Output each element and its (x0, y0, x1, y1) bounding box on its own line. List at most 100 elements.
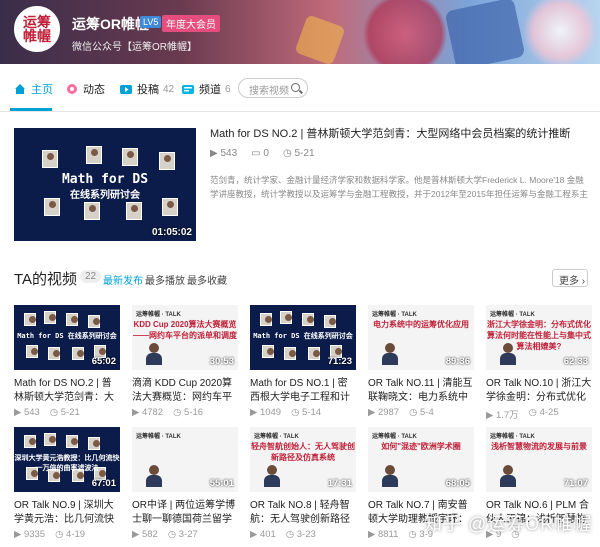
video-card[interactable]: 运筹帷幄 · TALK KDD Cup 2020算法大赛概览——网约车平台的派单和… (132, 305, 238, 418)
video-card[interactable]: 运筹帷幄 · TALK 电力系统中的运筹优化应用 89:36 OR Talk NO.1… (368, 305, 474, 418)
video-title[interactable]: 滴滴 KDD Cup 2020算法大赛概览：网约车平台的派单和 (132, 377, 238, 405)
publish-date-value: 5-14 (302, 407, 322, 418)
featured-video-meta: ▶ 543 ▭ 0 ◷ 5-21 (210, 148, 590, 159)
clock-icon: ◷ (167, 529, 179, 540)
publish-date-value: 3-23 (296, 529, 316, 540)
featured-video-title[interactable]: Math for DS NO.2 | 普林斯顿大学范剑青：大型网络中会员档案的统… (210, 126, 590, 142)
video-meta: ▶ 9335 ◷ 4-19 (14, 529, 120, 540)
video-icon (120, 85, 132, 94)
clock-icon: ◷ (282, 148, 292, 159)
publish-date: ◷ 5-21 (50, 407, 80, 418)
dynamic-icon (67, 84, 77, 94)
video-card[interactable]: 运筹帷幄 · TALK 55:01 OR中译 | 两位运筹学博士聊一聊德国荷兰留学及… (132, 427, 238, 540)
video-thumbnail[interactable]: 深圳大学黄元浩教授：比几何流快一万倍的曲率滤波法 67:01 (14, 427, 120, 492)
video-card[interactable]: 运筹帷幄 · TALK 浙江大学徐金明：分布式优化算法何时能在性能上与集中式算法相… (486, 305, 592, 421)
avatar[interactable]: 运筹 帷幄 (14, 6, 60, 52)
play-count: ▶ 543 (14, 407, 40, 418)
play-count-value: 401 (259, 529, 276, 540)
video-meta: ▶ 4782 ◷ 5-16 (132, 407, 238, 418)
video-thumbnail[interactable]: 运筹帷幄 · TALK 浙江大学徐金明：分布式优化算法何时能在性能上与集中式算法相… (486, 305, 592, 370)
video-card[interactable]: Math for DS 在线系列研讨会 71:23 Math for DS NO.1… (250, 305, 356, 418)
avatar-text: 帷幄 (23, 28, 51, 44)
more-label: 更多 (559, 276, 579, 287)
video-count-badge: 22 (80, 270, 102, 283)
tab-most-favorited[interactable]: 最多收藏 (187, 272, 227, 287)
publish-date-value: 4-19 (66, 529, 86, 540)
thumbnail-logo: 运筹帷幄 · TALK (490, 312, 535, 318)
thumbnail-title: 电力系统中的运筹优化应用 (373, 320, 469, 329)
speaker-photo (44, 311, 56, 324)
search-input[interactable]: 搜索视频 (238, 78, 308, 98)
video-thumbnail[interactable]: 运筹帷幄 · TALK 55:01 (132, 427, 238, 492)
search-icon[interactable] (291, 83, 300, 92)
featured-video-thumbnail[interactable]: Math for DS 在线系列研讨会 01:05:02 (14, 128, 196, 241)
play-count: ▶ 9335 (14, 529, 45, 540)
video-title[interactable]: OR Talk NO.9 | 深圳大学黄元浩：比几何流快一万倍的曲 (14, 499, 120, 527)
thumbnail-title: 轻舟智航创始人：无人驾驶创新路径及仿真系统 (251, 442, 355, 462)
tab-channels[interactable]: 频道 6 (182, 81, 231, 97)
video-title[interactable]: OR Talk NO.11 | 清能互联鞠晓文：电力系统中的运筹优 (368, 377, 474, 405)
thumbnail-title: Math for DS 在线系列研讨会 (253, 332, 353, 340)
play-count: ▶ 1.7万 (486, 407, 519, 421)
speaker-photo (24, 313, 36, 326)
video-thumbnail[interactable]: Math for DS 在线系列研讨会 65:02 (14, 305, 120, 370)
speaker-photo (500, 465, 516, 487)
clock-icon: ◷ (409, 407, 421, 418)
speaker-photo (324, 315, 336, 328)
thumbnail-title: KDD Cup 2020算法大赛概览——网约车平台的派单和调度 (133, 320, 237, 340)
speaker-photo (159, 152, 175, 170)
play-count: ▶ 401 (250, 529, 276, 540)
tab-videos[interactable]: 投稿 42 (120, 81, 174, 97)
tab-label: 动态 (83, 84, 105, 96)
video-thumbnail[interactable]: 运筹帷幄 · TALK 浅析智慧物流的发展与前景 71:07 (486, 427, 592, 492)
play-count-value: 9335 (23, 529, 46, 540)
more-button[interactable]: 更多 › (552, 269, 588, 287)
tab-count: 42 (163, 83, 175, 95)
tab-most-played[interactable]: 最多播放 (145, 272, 185, 287)
video-card[interactable]: 深圳大学黄元浩教授：比几何流快一万倍的曲率滤波法 67:01 OR Talk NO.… (14, 427, 120, 540)
video-card[interactable]: Math for DS 在线系列研讨会 65:02 Math for DS NO.2… (14, 305, 120, 418)
speaker-photo (302, 313, 314, 326)
speaker-photo (26, 345, 38, 358)
thumbnail-logo: 运筹帷幄 · TALK (372, 434, 417, 440)
tab-label: 投稿 (137, 84, 159, 96)
tab-home[interactable]: 主页 (14, 81, 53, 97)
vip-badge: 年度大会员 (162, 15, 220, 32)
thumbnail-logo: 运筹帷幄 · TALK (136, 312, 181, 318)
video-title[interactable]: OR Talk NO.10 | 浙江大学徐金明：分布式优化算法何时 (486, 377, 592, 405)
video-meta: ▶ 401 ◷ 3-23 (250, 529, 356, 540)
video-thumbnail[interactable]: 运筹帷幄 · TALK KDD Cup 2020算法大赛概览——网约车平台的派单和… (132, 305, 238, 370)
video-title[interactable]: Math for DS NO.1 | 密西根大学电子工程和计算机科学系 (250, 377, 356, 405)
thumbnail-title: 浅析智慧物流的发展与前景 (491, 442, 587, 451)
video-thumbnail[interactable]: 运筹帷幄 · TALK 电力系统中的运筹优化应用 89:36 (368, 305, 474, 370)
play-count-value: 1049 (259, 407, 282, 418)
video-card[interactable]: 运筹帷幄 · TALK 轻舟智航创始人：无人驾驶创新路径及仿真系统 17:31 OR … (250, 427, 356, 540)
video-title[interactable]: OR Talk NO.8 | 轻舟智航：无人驾驶创新路径及仿真系统 (250, 499, 356, 527)
video-duration: 71:23 (327, 356, 352, 367)
tab-latest[interactable]: 最新发布 (103, 272, 143, 287)
video-meta: ▶ 1.7万 ◷ 4-25 (486, 407, 592, 421)
speaker-photo (122, 148, 138, 166)
video-title[interactable]: OR中译 | 两位运筹学博士聊一聊德国荷兰留学及就业 (132, 499, 238, 527)
play-count: ▶ 2987 (368, 407, 399, 418)
video-thumbnail[interactable]: Math for DS 在线系列研讨会 71:23 (250, 305, 356, 370)
tab-dynamic[interactable]: 动态 (66, 81, 105, 97)
speaker-photo (66, 435, 78, 448)
level-badge: LV5 (140, 16, 162, 28)
publish-date: ◷ 4-19 (55, 529, 85, 540)
thumbnail-title: Math for DS (61, 172, 149, 187)
play-count-value: 543 (220, 148, 238, 159)
play-count-value: 2987 (377, 407, 400, 418)
video-thumbnail[interactable]: 运筹帷幄 · TALK 轻舟智航创始人：无人驾驶创新路径及仿真系统 17:31 (250, 427, 356, 492)
play-icon: ▶ (368, 407, 378, 418)
play-count-value: 1.7万 (495, 410, 519, 421)
video-meta: ▶ 582 ◷ 3-27 (132, 529, 238, 540)
video-thumbnail[interactable]: 运筹帷幄 · TALK 如何"混迹"欧洲学术圈 68:05 (368, 427, 474, 492)
video-title[interactable]: Math for DS NO.2 | 普林斯顿大学范剑青：大型网络中会员 (14, 377, 120, 405)
publish-date: ◷ 3-23 (286, 529, 316, 540)
speaker-photo (88, 315, 100, 328)
speaker-photo (146, 343, 162, 365)
play-icon: ▶ (250, 529, 260, 540)
channel-icon (182, 85, 194, 94)
channel-name[interactable]: 运筹OR帷幄 (72, 14, 149, 34)
